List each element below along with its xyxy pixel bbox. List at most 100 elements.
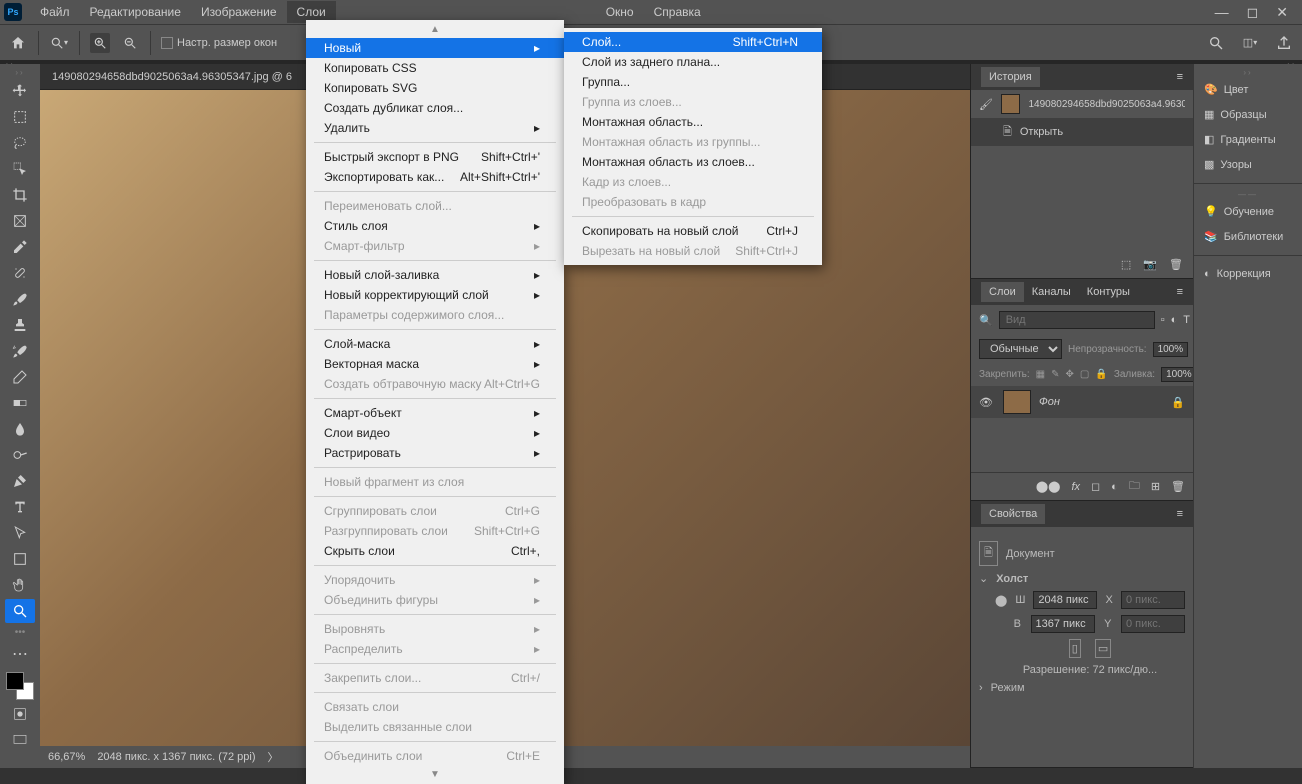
minimize-icon[interactable]: — bbox=[1215, 4, 1229, 21]
lock-artboard-icon[interactable]: ▢ bbox=[1080, 369, 1089, 380]
camera-icon[interactable]: 📷 bbox=[1143, 258, 1157, 271]
path-select-tool[interactable] bbox=[5, 521, 35, 545]
opacity-input[interactable]: 100% bbox=[1153, 342, 1189, 357]
width-input[interactable] bbox=[1033, 591, 1097, 609]
menu-help[interactable]: Справка bbox=[644, 1, 711, 23]
link-dims-icon[interactable]: ⬤ bbox=[995, 594, 1007, 607]
toolbar-collapse-icon[interactable]: ›› bbox=[0, 68, 40, 77]
menu-new-fill-layer[interactable]: Новый слой-заливка bbox=[306, 265, 564, 285]
menu-arrange[interactable]: Упорядочить bbox=[306, 570, 564, 590]
close-icon[interactable]: ✕ bbox=[1276, 4, 1288, 21]
menu-video-layers[interactable]: Слои видео bbox=[306, 423, 564, 443]
portrait-icon[interactable]: ▯ bbox=[1069, 639, 1081, 658]
menu-copy-css[interactable]: Копировать CSS bbox=[306, 58, 564, 78]
panel-menu-icon[interactable]: ≡ bbox=[1177, 286, 1183, 298]
zoom-dropdown-icon[interactable]: ▾ bbox=[49, 33, 69, 53]
quick-select-tool[interactable] bbox=[5, 157, 35, 181]
x-input[interactable] bbox=[1121, 591, 1185, 609]
menu-merge-layers[interactable]: Объединить слоиCtrl+E bbox=[306, 746, 564, 766]
share-icon[interactable] bbox=[1274, 33, 1294, 53]
canvas-section-toggle[interactable]: ⌄Холст bbox=[979, 572, 1185, 585]
menu-combine-shapes[interactable]: Объединить фигуры bbox=[306, 590, 564, 610]
filter-adjust-icon[interactable]: ◐ bbox=[1171, 314, 1178, 326]
new-snapshot-icon[interactable]: ⬚ bbox=[1121, 258, 1131, 271]
y-input[interactable] bbox=[1121, 615, 1185, 633]
menu-ungroup-layers[interactable]: Разгруппировать слоиShift+Ctrl+G bbox=[306, 521, 564, 541]
menu-smart-object[interactable]: Смарт-объект bbox=[306, 403, 564, 423]
submenu-from-bg[interactable]: Слой из заднего плана... bbox=[564, 52, 822, 72]
history-step-open[interactable]: 🗎Открыть bbox=[971, 118, 1193, 146]
paths-tab[interactable]: Контуры bbox=[1079, 282, 1138, 302]
submenu-copy-new[interactable]: Скопировать на новый слойCtrl+J bbox=[564, 221, 822, 241]
lock-all-icon[interactable]: 🔒 bbox=[1095, 369, 1107, 380]
lock-brush-icon[interactable]: ✎ bbox=[1051, 369, 1059, 380]
panel-menu-icon[interactable]: ≡ bbox=[1177, 508, 1183, 520]
doc-dimensions[interactable]: 2048 пикс. x 1367 пикс. (72 ppi) bbox=[97, 751, 255, 763]
lock-position-icon[interactable]: ✥ bbox=[1066, 369, 1074, 380]
dodge-tool[interactable] bbox=[5, 443, 35, 467]
delete-layer-icon[interactable]: 🗑 bbox=[1171, 480, 1185, 493]
toolbar-more-icon[interactable]: ••• bbox=[15, 627, 26, 638]
blend-mode-select[interactable]: Обычные bbox=[979, 339, 1062, 359]
hand-tool[interactable] bbox=[5, 573, 35, 597]
menu-image[interactable]: Изображение bbox=[191, 1, 287, 23]
zoom-in-icon[interactable] bbox=[90, 33, 110, 53]
workspace-switcher-icon[interactable]: ◫ ▾ bbox=[1240, 33, 1260, 53]
mode-section-toggle[interactable]: ›Режим bbox=[979, 682, 1185, 694]
menu-delete[interactable]: Удалить bbox=[306, 118, 564, 138]
status-menu-icon[interactable]: 〉 bbox=[268, 749, 279, 765]
menu-duplicate[interactable]: Создать дубликат слоя... bbox=[306, 98, 564, 118]
zoom-tool[interactable] bbox=[5, 599, 35, 623]
zoom-level[interactable]: 66,67% bbox=[48, 751, 85, 763]
eyedropper-tool[interactable] bbox=[5, 235, 35, 259]
history-tab[interactable]: История bbox=[981, 67, 1040, 87]
menu-rename[interactable]: Переименовать слой... bbox=[306, 196, 564, 216]
submenu-group[interactable]: Группа... bbox=[564, 72, 822, 92]
gradients-panel-button[interactable]: ◧Градиенты bbox=[1194, 127, 1302, 152]
layer-thumbnail[interactable] bbox=[1003, 390, 1031, 414]
color-swatches[interactable] bbox=[6, 672, 34, 700]
menu-quick-export-png[interactable]: Быстрый экспорт в PNGShift+Ctrl+' bbox=[306, 147, 564, 167]
maximize-icon[interactable]: ◻ bbox=[1247, 4, 1259, 21]
collapse-icon[interactable]: ›› bbox=[1194, 68, 1302, 77]
menu-link-layers[interactable]: Связать слои bbox=[306, 697, 564, 717]
visibility-icon[interactable]: 👁 bbox=[979, 396, 995, 409]
menu-clipping-mask[interactable]: Создать обтравочную маскуAlt+Ctrl+G bbox=[306, 374, 564, 394]
menu-copy-svg[interactable]: Копировать SVG bbox=[306, 78, 564, 98]
scroll-down-icon[interactable]: ▼ bbox=[306, 766, 564, 780]
menu-vector-mask[interactable]: Векторная маска bbox=[306, 354, 564, 374]
pen-tool[interactable] bbox=[5, 469, 35, 493]
submenu-artboard-layers[interactable]: Монтажная область из слоев... bbox=[564, 152, 822, 172]
healing-tool[interactable] bbox=[5, 261, 35, 285]
height-input[interactable] bbox=[1031, 615, 1095, 633]
move-tool[interactable] bbox=[5, 79, 35, 103]
layer-background[interactable]: 👁 Фон 🔒 bbox=[971, 386, 1193, 418]
history-brush-tool[interactable] bbox=[5, 339, 35, 363]
quickmask-icon[interactable] bbox=[5, 702, 35, 726]
zoom-out-icon[interactable] bbox=[120, 33, 140, 53]
menu-new-slice[interactable]: Новый фрагмент из слоя bbox=[306, 472, 564, 492]
menu-smart-filter[interactable]: Смарт-фильтр bbox=[306, 236, 564, 256]
submenu-to-frame[interactable]: Преобразовать в кадр bbox=[564, 192, 822, 212]
search-icon[interactable] bbox=[1206, 33, 1226, 53]
trash-icon[interactable]: 🗑 bbox=[1169, 258, 1183, 271]
home-icon[interactable] bbox=[8, 33, 28, 53]
patterns-panel-button[interactable]: ▩Узоры bbox=[1194, 152, 1302, 177]
submenu-artboard-group[interactable]: Монтажная область из группы... bbox=[564, 132, 822, 152]
menu-rasterize[interactable]: Растрировать bbox=[306, 443, 564, 463]
layer-filter-input[interactable] bbox=[999, 311, 1155, 329]
menu-hide-layers[interactable]: Скрыть слоиCtrl+, bbox=[306, 541, 564, 561]
gradient-tool[interactable] bbox=[5, 391, 35, 415]
submenu-frame[interactable]: Кадр из слоев... bbox=[564, 172, 822, 192]
blur-tool[interactable] bbox=[5, 417, 35, 441]
edit-toolbar-icon[interactable]: ⋯ bbox=[5, 642, 35, 666]
adjustment-icon[interactable]: ◐ bbox=[1111, 481, 1118, 493]
menu-select-linked[interactable]: Выделить связанные слои bbox=[306, 717, 564, 737]
channels-tab[interactable]: Каналы bbox=[1024, 282, 1079, 302]
layers-tab[interactable]: Слои bbox=[981, 282, 1024, 302]
menu-window[interactable]: Окно bbox=[596, 1, 644, 23]
menu-align[interactable]: Выровнять bbox=[306, 619, 564, 639]
color-panel-button[interactable]: 🎨Цвет bbox=[1194, 77, 1302, 102]
menu-layer-mask[interactable]: Слой-маска bbox=[306, 334, 564, 354]
menu-group-layers[interactable]: Сгруппировать слоиCtrl+G bbox=[306, 501, 564, 521]
